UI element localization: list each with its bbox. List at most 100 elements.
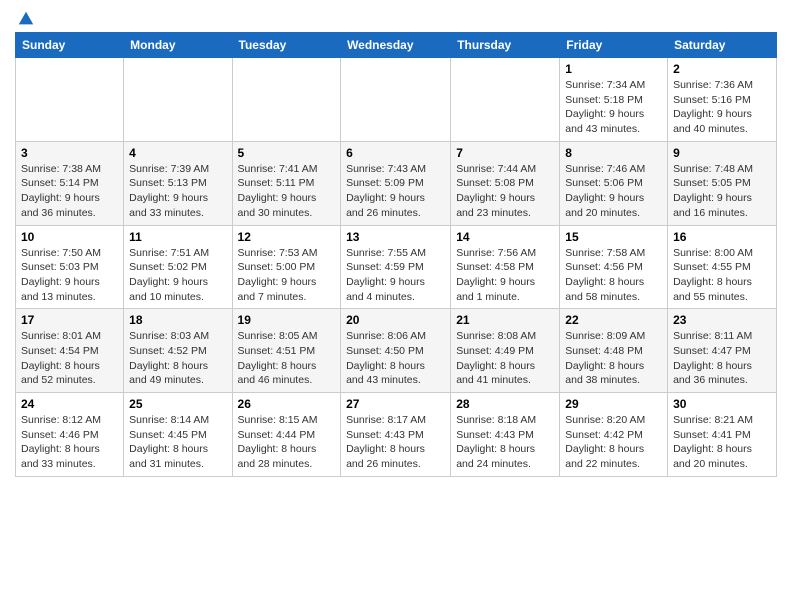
day-number: 26: [238, 397, 336, 411]
calendar-cell: 1 Sunrise: 7:34 AMSunset: 5:18 PMDaylight…: [560, 58, 668, 142]
day-info: Sunrise: 8:21 AMSunset: 4:41 PMDaylight:…: [673, 413, 771, 472]
day-info: Sunrise: 7:56 AMSunset: 4:58 PMDaylight:…: [456, 246, 554, 305]
day-info: Sunrise: 7:51 AMSunset: 5:02 PMDaylight:…: [129, 246, 226, 305]
calendar-cell: 12Sunrise: 7:53 AMSunset: 5:00 PMDayligh…: [232, 225, 341, 309]
day-number: 11: [129, 230, 226, 244]
day-number: 15: [565, 230, 662, 244]
day-info: Sunrise: 8:05 AMSunset: 4:51 PMDaylight:…: [238, 329, 336, 388]
calendar-week-row: 3 Sunrise: 7:38 AMSunset: 5:14 PMDaylight…: [16, 141, 777, 225]
calendar-cell: [341, 58, 451, 142]
calendar-cell: 18 Sunrise: 8:03 AMSunset: 4:52 PMDayligh…: [124, 309, 232, 393]
day-number: 23: [673, 313, 771, 327]
day-info: Sunrise: 8:01 AMSunset: 4:54 PMDaylight:…: [21, 329, 118, 388]
day-info: Sunrise: 8:00 AMSunset: 4:55 PMDaylight:…: [673, 246, 771, 305]
calendar-cell: [451, 58, 560, 142]
day-number: 13: [346, 230, 445, 244]
calendar-body: 1 Sunrise: 7:34 AMSunset: 5:18 PMDaylight…: [16, 58, 777, 477]
calendar-cell: [16, 58, 124, 142]
day-number: 5: [238, 146, 336, 160]
calendar-cell: 8Sunrise: 7:46 AMSunset: 5:06 PMDaylight…: [560, 141, 668, 225]
calendar-header: SundayMondayTuesdayWednesdayThursdayFrid…: [16, 33, 777, 58]
day-number: 9: [673, 146, 771, 160]
calendar-header-cell: Saturday: [668, 33, 777, 58]
day-number: 6: [346, 146, 445, 160]
day-number: 21: [456, 313, 554, 327]
calendar-week-row: 24 Sunrise: 8:12 AMSunset: 4:46 PMDayligh…: [16, 393, 777, 477]
day-info: Sunrise: 8:20 AMSunset: 4:42 PMDaylight:…: [565, 413, 662, 472]
day-number: 16: [673, 230, 771, 244]
calendar-cell: 21 Sunrise: 8:08 AMSunset: 4:49 PMDayligh…: [451, 309, 560, 393]
day-number: 12: [238, 230, 336, 244]
day-number: 30: [673, 397, 771, 411]
day-info: Sunrise: 7:55 AMSunset: 4:59 PMDaylight:…: [346, 246, 445, 305]
calendar-header-row: SundayMondayTuesdayWednesdayThursdayFrid…: [16, 33, 777, 58]
calendar-cell: 22 Sunrise: 8:09 AMSunset: 4:48 PMDayligh…: [560, 309, 668, 393]
calendar-header-cell: Friday: [560, 33, 668, 58]
calendar-header-cell: Sunday: [16, 33, 124, 58]
day-number: 28: [456, 397, 554, 411]
day-info: Sunrise: 8:15 AMSunset: 4:44 PMDaylight:…: [238, 413, 336, 472]
calendar-cell: 11 Sunrise: 7:51 AMSunset: 5:02 PMDayligh…: [124, 225, 232, 309]
day-number: 24: [21, 397, 118, 411]
logo-area: [15, 10, 35, 24]
calendar-cell: [124, 58, 232, 142]
calendar-week-row: 10 Sunrise: 7:50 AMSunset: 5:03 PMDayligh…: [16, 225, 777, 309]
calendar-cell: 24 Sunrise: 8:12 AMSunset: 4:46 PMDayligh…: [16, 393, 124, 477]
day-number: 22: [565, 313, 662, 327]
calendar-header-cell: Thursday: [451, 33, 560, 58]
day-number: 1: [565, 62, 662, 76]
calendar-cell: 7 Sunrise: 7:44 AMSunset: 5:08 PMDaylight…: [451, 141, 560, 225]
day-info: Sunrise: 7:41 AMSunset: 5:11 PMDaylight:…: [238, 162, 336, 221]
day-number: 17: [21, 313, 118, 327]
day-info: Sunrise: 7:43 AMSunset: 5:09 PMDaylight:…: [346, 162, 445, 221]
calendar: SundayMondayTuesdayWednesdayThursdayFrid…: [15, 32, 777, 477]
calendar-cell: [232, 58, 341, 142]
day-number: 20: [346, 313, 445, 327]
day-info: Sunrise: 7:44 AMSunset: 5:08 PMDaylight:…: [456, 162, 554, 221]
calendar-cell: 13 Sunrise: 7:55 AMSunset: 4:59 PMDayligh…: [341, 225, 451, 309]
day-number: 14: [456, 230, 554, 244]
day-info: Sunrise: 8:12 AMSunset: 4:46 PMDaylight:…: [21, 413, 118, 472]
calendar-cell: 6 Sunrise: 7:43 AMSunset: 5:09 PMDaylight…: [341, 141, 451, 225]
day-info: Sunrise: 8:09 AMSunset: 4:48 PMDaylight:…: [565, 329, 662, 388]
calendar-cell: 29 Sunrise: 8:20 AMSunset: 4:42 PMDayligh…: [560, 393, 668, 477]
day-info: Sunrise: 7:50 AMSunset: 5:03 PMDaylight:…: [21, 246, 118, 305]
day-info: Sunrise: 7:58 AMSunset: 4:56 PMDaylight:…: [565, 246, 662, 305]
day-info: Sunrise: 8:17 AMSunset: 4:43 PMDaylight:…: [346, 413, 445, 472]
logo: [15, 10, 35, 28]
day-info: Sunrise: 7:34 AMSunset: 5:18 PMDaylight:…: [565, 78, 662, 137]
day-number: 7: [456, 146, 554, 160]
calendar-week-row: 17 Sunrise: 8:01 AMSunset: 4:54 PMDayligh…: [16, 309, 777, 393]
calendar-cell: 26 Sunrise: 8:15 AMSunset: 4:44 PMDayligh…: [232, 393, 341, 477]
calendar-header-cell: Wednesday: [341, 33, 451, 58]
day-info: Sunrise: 7:38 AMSunset: 5:14 PMDaylight:…: [21, 162, 118, 221]
calendar-cell: 5 Sunrise: 7:41 AMSunset: 5:11 PMDaylight…: [232, 141, 341, 225]
day-info: Sunrise: 8:14 AMSunset: 4:45 PMDaylight:…: [129, 413, 226, 472]
day-number: 29: [565, 397, 662, 411]
day-info: Sunrise: 8:18 AMSunset: 4:43 PMDaylight:…: [456, 413, 554, 472]
day-info: Sunrise: 8:11 AMSunset: 4:47 PMDaylight:…: [673, 329, 771, 388]
page: SundayMondayTuesdayWednesdayThursdayFrid…: [0, 0, 792, 612]
calendar-cell: 27 Sunrise: 8:17 AMSunset: 4:43 PMDayligh…: [341, 393, 451, 477]
day-info: Sunrise: 7:46 AMSunset: 5:06 PMDaylight:…: [565, 162, 662, 221]
calendar-cell: 9 Sunrise: 7:48 AMSunset: 5:05 PMDaylight…: [668, 141, 777, 225]
day-number: 3: [21, 146, 118, 160]
day-number: 4: [129, 146, 226, 160]
day-info: Sunrise: 7:39 AMSunset: 5:13 PMDaylight:…: [129, 162, 226, 221]
calendar-week-row: 1 Sunrise: 7:34 AMSunset: 5:18 PMDaylight…: [16, 58, 777, 142]
calendar-cell: 23 Sunrise: 8:11 AMSunset: 4:47 PMDayligh…: [668, 309, 777, 393]
day-number: 10: [21, 230, 118, 244]
calendar-cell: 19Sunrise: 8:05 AMSunset: 4:51 PMDayligh…: [232, 309, 341, 393]
calendar-cell: 25Sunrise: 8:14 AMSunset: 4:45 PMDayligh…: [124, 393, 232, 477]
day-number: 27: [346, 397, 445, 411]
calendar-cell: 17 Sunrise: 8:01 AMSunset: 4:54 PMDayligh…: [16, 309, 124, 393]
day-info: Sunrise: 8:03 AMSunset: 4:52 PMDaylight:…: [129, 329, 226, 388]
day-number: 18: [129, 313, 226, 327]
day-info: Sunrise: 8:06 AMSunset: 4:50 PMDaylight:…: [346, 329, 445, 388]
calendar-header-cell: Monday: [124, 33, 232, 58]
day-info: Sunrise: 7:48 AMSunset: 5:05 PMDaylight:…: [673, 162, 771, 221]
calendar-cell: 4 Sunrise: 7:39 AMSunset: 5:13 PMDaylight…: [124, 141, 232, 225]
calendar-cell: 20 Sunrise: 8:06 AMSunset: 4:50 PMDayligh…: [341, 309, 451, 393]
day-info: Sunrise: 8:08 AMSunset: 4:49 PMDaylight:…: [456, 329, 554, 388]
day-info: Sunrise: 7:36 AMSunset: 5:16 PMDaylight:…: [673, 78, 771, 137]
